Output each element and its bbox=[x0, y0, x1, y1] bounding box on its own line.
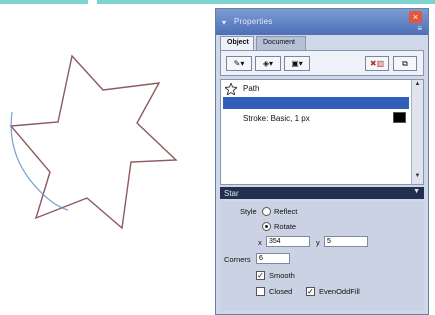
radio-reflect[interactable] bbox=[262, 207, 271, 216]
list-item-stroke[interactable]: Stroke: Basic, 1 px bbox=[221, 111, 411, 125]
radio-reflect-label: Reflect bbox=[274, 207, 298, 216]
list-item-path[interactable]: Path bbox=[221, 82, 411, 96]
star-section-header[interactable]: Star ▼ bbox=[220, 187, 424, 199]
style-label: Style bbox=[240, 207, 257, 216]
close-icon[interactable]: × bbox=[409, 11, 422, 23]
add-stroke-button[interactable]: ✎▾ bbox=[226, 56, 252, 71]
properties-panel: ▾ Properties × ≡ Object Document ✎▾ ◈▾ ▣… bbox=[215, 8, 429, 315]
panel-titlebar[interactable]: ▾ Properties × ≡ bbox=[216, 9, 428, 35]
path-label: Path bbox=[243, 84, 260, 93]
duplicate-icon[interactable]: ⧉ bbox=[393, 56, 417, 71]
scroll-up-icon[interactable]: ▲ bbox=[413, 81, 422, 91]
section-arrow-icon[interactable]: ▼ bbox=[413, 188, 420, 195]
six-point-star-path[interactable] bbox=[9, 54, 178, 230]
smooth-label: Smooth bbox=[269, 271, 295, 280]
radio-rotate-label: Rotate bbox=[274, 222, 297, 231]
closed-checkbox[interactable] bbox=[256, 287, 265, 296]
y-label: y bbox=[316, 238, 320, 247]
stroke-label: Stroke: Basic, 1 px bbox=[243, 114, 310, 123]
attribute-list: Path Stroke: Basic, 1 px ▲ ▼ bbox=[220, 79, 424, 185]
add-fill-button[interactable]: ◈▾ bbox=[255, 56, 281, 71]
canvas-top-edge-right bbox=[97, 0, 435, 4]
corners-field[interactable] bbox=[256, 253, 290, 264]
even-odd-label: EvenOddFill bbox=[319, 287, 360, 296]
list-item-selected[interactable] bbox=[223, 97, 409, 109]
panel-menu-icon[interactable]: ≡ bbox=[417, 24, 422, 33]
radio-rotate[interactable] bbox=[262, 222, 271, 231]
selection-arc bbox=[10, 111, 69, 211]
path-icon bbox=[225, 83, 237, 95]
canvas-top-edge-left bbox=[0, 0, 88, 4]
list-scrollbar[interactable]: ▲ ▼ bbox=[411, 80, 423, 184]
collapse-arrow-icon[interactable]: ▾ bbox=[222, 18, 226, 27]
corners-label: Corners bbox=[224, 255, 251, 264]
stroke-color-swatch[interactable] bbox=[393, 112, 406, 123]
even-odd-checkbox[interactable]: ✓ bbox=[306, 287, 315, 296]
section-title: Star bbox=[224, 189, 239, 198]
panel-title: Properties bbox=[234, 17, 273, 26]
tab-object[interactable]: Object bbox=[220, 36, 254, 50]
star-drawing-canvas[interactable] bbox=[0, 30, 215, 315]
add-effect-button[interactable]: ▣▾ bbox=[284, 56, 310, 71]
delete-icon[interactable]: ✖▥ bbox=[365, 56, 389, 71]
star-options: Style Reflect Rotate x y Corners ✓ Smoot… bbox=[220, 201, 424, 311]
x-label: x bbox=[258, 238, 262, 247]
tab-document[interactable]: Document bbox=[256, 36, 306, 50]
scroll-down-icon[interactable]: ▼ bbox=[413, 173, 422, 183]
x-field[interactable] bbox=[266, 236, 310, 247]
y-field[interactable] bbox=[324, 236, 368, 247]
closed-label: Closed bbox=[269, 287, 293, 296]
smooth-checkbox[interactable]: ✓ bbox=[256, 271, 265, 280]
attribute-toolbar: ✎▾ ◈▾ ▣▾ ✖▥ ⧉ bbox=[220, 50, 424, 76]
